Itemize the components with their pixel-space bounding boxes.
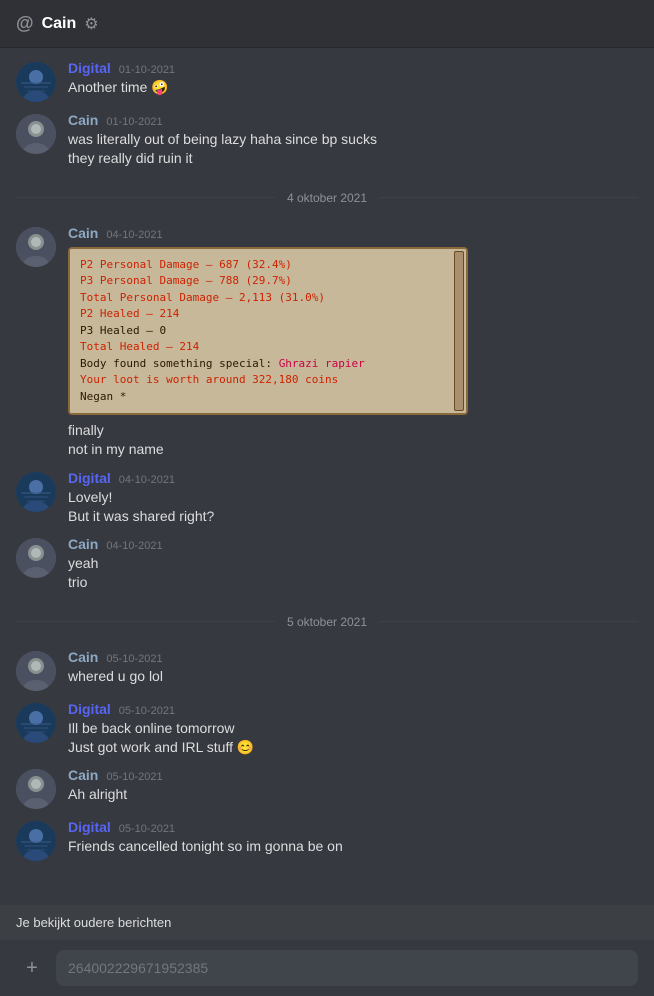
username: Cain [68, 767, 98, 783]
avatar [16, 821, 56, 861]
message-header: Cain 04-10-2021 [68, 225, 638, 241]
message-header: Cain 05-10-2021 [68, 767, 638, 783]
viewing-older-banner: Je bekijkt oudere berichten [0, 905, 654, 940]
timestamp: 01-10-2021 [119, 64, 175, 76]
embed-container: P2 Personal Damage – 687 (32.4%) P3 Pers… [68, 247, 468, 416]
timestamp: 05-10-2021 [106, 771, 162, 783]
message-text: was literally out of being lazy haha sin… [68, 130, 638, 169]
message-group: Cain 01-10-2021 was literally out of bei… [0, 108, 654, 173]
stat-line: Your loot is worth around 322,180 coins [80, 372, 456, 389]
stat-line: P3 Personal Damage – 788 (29.7%) [80, 273, 456, 290]
channel-header: @ Cain ⚙ [0, 0, 654, 48]
settings-icon[interactable]: ⚙ [84, 14, 98, 34]
game-screenshot: P2 Personal Damage – 687 (32.4%) P3 Pers… [68, 247, 468, 416]
username: Cain [68, 649, 98, 665]
message-input[interactable] [56, 950, 638, 986]
message-text: Ah alright [68, 785, 638, 804]
timestamp: 01-10-2021 [106, 116, 162, 128]
avatar [16, 472, 56, 512]
avatar [16, 227, 56, 267]
message-text: Lovely! But it was shared right? [68, 488, 638, 527]
messages-container: Digital 01-10-2021 Another time 🤪 Cain 0… [0, 48, 654, 967]
message-group: Digital 04-10-2021 Lovely! But it was sh… [0, 466, 654, 531]
username: Digital [68, 60, 111, 76]
message-header: Digital 01-10-2021 [68, 60, 638, 76]
add-attachment-button[interactable]: + [16, 952, 48, 984]
message-text: Friends cancelled tonight so im gonna be… [68, 837, 638, 856]
stat-line: P2 Personal Damage – 687 (32.4%) [80, 257, 456, 274]
message-text: Another time 🤪 [68, 78, 638, 97]
stat-line: P2 Healed – 214 [80, 306, 456, 323]
scrollbar[interactable] [454, 251, 464, 412]
message-content: Cain 04-10-2021 yeah trio [68, 536, 638, 593]
message-content: Digital 04-10-2021 Lovely! But it was sh… [68, 470, 638, 527]
message-header: Digital 05-10-2021 [68, 701, 638, 717]
message-group: Cain 04-10-2021 P2 Personal Damage – 687… [0, 221, 654, 464]
username: Cain [68, 225, 98, 241]
avatar [16, 114, 56, 154]
avatar [16, 769, 56, 809]
username: Cain [68, 536, 98, 552]
stat-line: Total Personal Damage – 2,113 (31.0%) [80, 290, 456, 307]
at-symbol: @ [16, 13, 34, 34]
message-content: Cain 04-10-2021 P2 Personal Damage – 687… [68, 225, 638, 460]
avatar [16, 703, 56, 743]
message-header: Digital 04-10-2021 [68, 470, 638, 486]
message-header: Cain 01-10-2021 [68, 112, 638, 128]
username: Cain [68, 112, 98, 128]
message-text: finally not in my name [68, 421, 638, 460]
timestamp: 04-10-2021 [119, 474, 175, 486]
username: Digital [68, 819, 111, 835]
avatar [16, 538, 56, 578]
username: Digital [68, 470, 111, 486]
timestamp: 05-10-2021 [119, 705, 175, 717]
message-group: Cain 05-10-2021 whered u go lol [0, 645, 654, 695]
channel-title: Cain [42, 15, 77, 33]
message-group: Cain 05-10-2021 Ah alright [0, 763, 654, 813]
username: Digital [68, 701, 111, 717]
message-input-area: + [0, 940, 654, 996]
message-text: Ill be back online tomorrow Just got wor… [68, 719, 638, 758]
message-group: Digital 05-10-2021 Friends cancelled ton… [0, 815, 654, 865]
message-content: Digital 01-10-2021 Another time 🤪 [68, 60, 638, 102]
timestamp: 04-10-2021 [106, 229, 162, 241]
message-content: Cain 05-10-2021 whered u go lol [68, 649, 638, 691]
message-content: Cain 01-10-2021 was literally out of bei… [68, 112, 638, 169]
stat-line: Total Healed – 214 [80, 339, 456, 356]
bottom-bar: Je bekijkt oudere berichten + [0, 905, 654, 996]
message-content: Cain 05-10-2021 Ah alright [68, 767, 638, 809]
date-divider: 5 oktober 2021 [0, 599, 654, 645]
avatar [16, 651, 56, 691]
timestamp: 05-10-2021 [119, 823, 175, 835]
message-text: yeah trio [68, 554, 638, 593]
message-header: Cain 05-10-2021 [68, 649, 638, 665]
message-group: Cain 04-10-2021 yeah trio [0, 532, 654, 597]
stat-line: Negan * [80, 389, 456, 406]
stat-line: P3 Healed – 0 [80, 323, 456, 340]
timestamp: 05-10-2021 [106, 653, 162, 665]
avatar [16, 62, 56, 102]
message-content: Digital 05-10-2021 Friends cancelled ton… [68, 819, 638, 861]
message-header: Cain 04-10-2021 [68, 536, 638, 552]
timestamp: 04-10-2021 [106, 540, 162, 552]
message-content: Digital 05-10-2021 Ill be back online to… [68, 701, 638, 758]
date-divider: 4 oktober 2021 [0, 175, 654, 221]
stat-line: Body found something special: Ghrazi rap… [80, 356, 456, 373]
message-group: Digital 01-10-2021 Another time 🤪 [0, 56, 654, 106]
message-text: whered u go lol [68, 667, 638, 686]
message-group: Digital 05-10-2021 Ill be back online to… [0, 697, 654, 762]
message-header: Digital 05-10-2021 [68, 819, 638, 835]
